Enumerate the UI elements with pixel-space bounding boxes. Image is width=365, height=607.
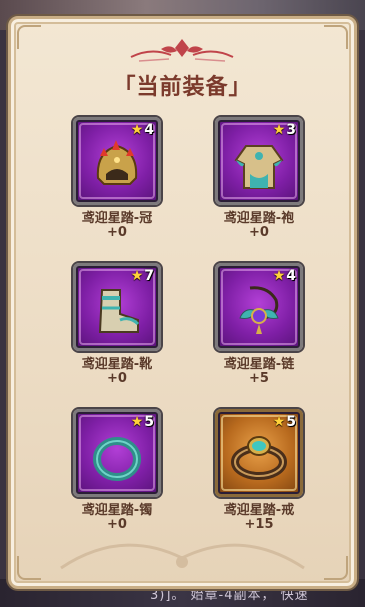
helmet-icon [96,140,138,185]
star-count: 4 [144,122,154,138]
equipment-slot[interactable]: ★ 3 鸢迎星踏-袍 +0 [205,117,325,247]
item-name: 鸢迎星踏-冠 [81,211,153,226]
item-frame[interactable]: ★ 7 [73,263,161,351]
bracelet-icon [93,437,141,481]
item-frame[interactable]: ★ 4 [73,117,161,205]
star-count: 5 [286,414,296,430]
equipment-panel: 「当前装备」 ★ 4 鸢迎星踏-冠 +0 ★ 3 鸢迎星踏-袍 +0 ★ 7 鸢… [8,16,357,589]
item-name: 鸢迎星踏-镯 [81,503,153,518]
equipment-slot[interactable]: ★ 5 鸢迎星踏-戒 +15 [205,409,325,539]
robe-icon [234,145,284,189]
star-icon: ★ [272,122,286,138]
star-rating: ★ 5 [273,414,296,430]
item-frame[interactable]: ★ 5 [215,409,303,497]
item-level: +0 [107,517,127,532]
panel-title: 「当前装备」 [113,75,252,100]
star-count: 4 [286,268,296,284]
star-icon: ★ [272,414,286,430]
boots-icon [98,289,140,333]
star-count: 7 [144,268,154,284]
item-name: 鸢迎星踏-靴 [81,357,153,372]
star-icon: ★ [272,268,286,284]
corner-ornament [324,556,348,580]
star-rating: ★ 4 [131,122,154,138]
star-count: 5 [144,414,154,430]
equipment-slot[interactable]: ★ 5 鸢迎星踏-镯 +0 [63,409,183,539]
equipment-slot[interactable]: ★ 4 鸢迎星踏-冠 +0 [63,117,183,247]
item-level: +5 [249,371,269,386]
item-level: +0 [107,371,127,386]
star-rating: ★ 4 [273,268,296,284]
ring-icon [231,436,287,480]
item-level: +0 [107,225,127,240]
corner-ornament [17,556,41,580]
equipment-slot[interactable]: ★ 4 鸢迎星踏-链 +5 [205,263,325,393]
item-frame[interactable]: ★ 4 [215,263,303,351]
necklace-icon [239,286,279,334]
equipment-slot[interactable]: ★ 7 鸢迎星踏-靴 +0 [63,263,183,393]
item-frame[interactable]: ★ 5 [73,409,161,497]
star-rating: ★ 3 [273,122,296,138]
item-name: 鸢迎星踏-袍 [223,211,295,226]
title-ornament [130,39,234,62]
item-level: +0 [249,225,269,240]
star-icon: ★ [130,414,144,430]
star-count: 3 [286,122,296,138]
item-frame[interactable]: ★ 3 [215,117,303,205]
item-name: 鸢迎星踏-戒 [223,503,295,518]
star-rating: ★ 7 [131,268,154,284]
item-name: 鸢迎星踏-链 [223,357,295,372]
item-level: +15 [244,517,274,532]
star-icon: ★ [130,122,144,138]
star-icon: ★ [130,268,144,284]
star-rating: ★ 5 [131,414,154,430]
